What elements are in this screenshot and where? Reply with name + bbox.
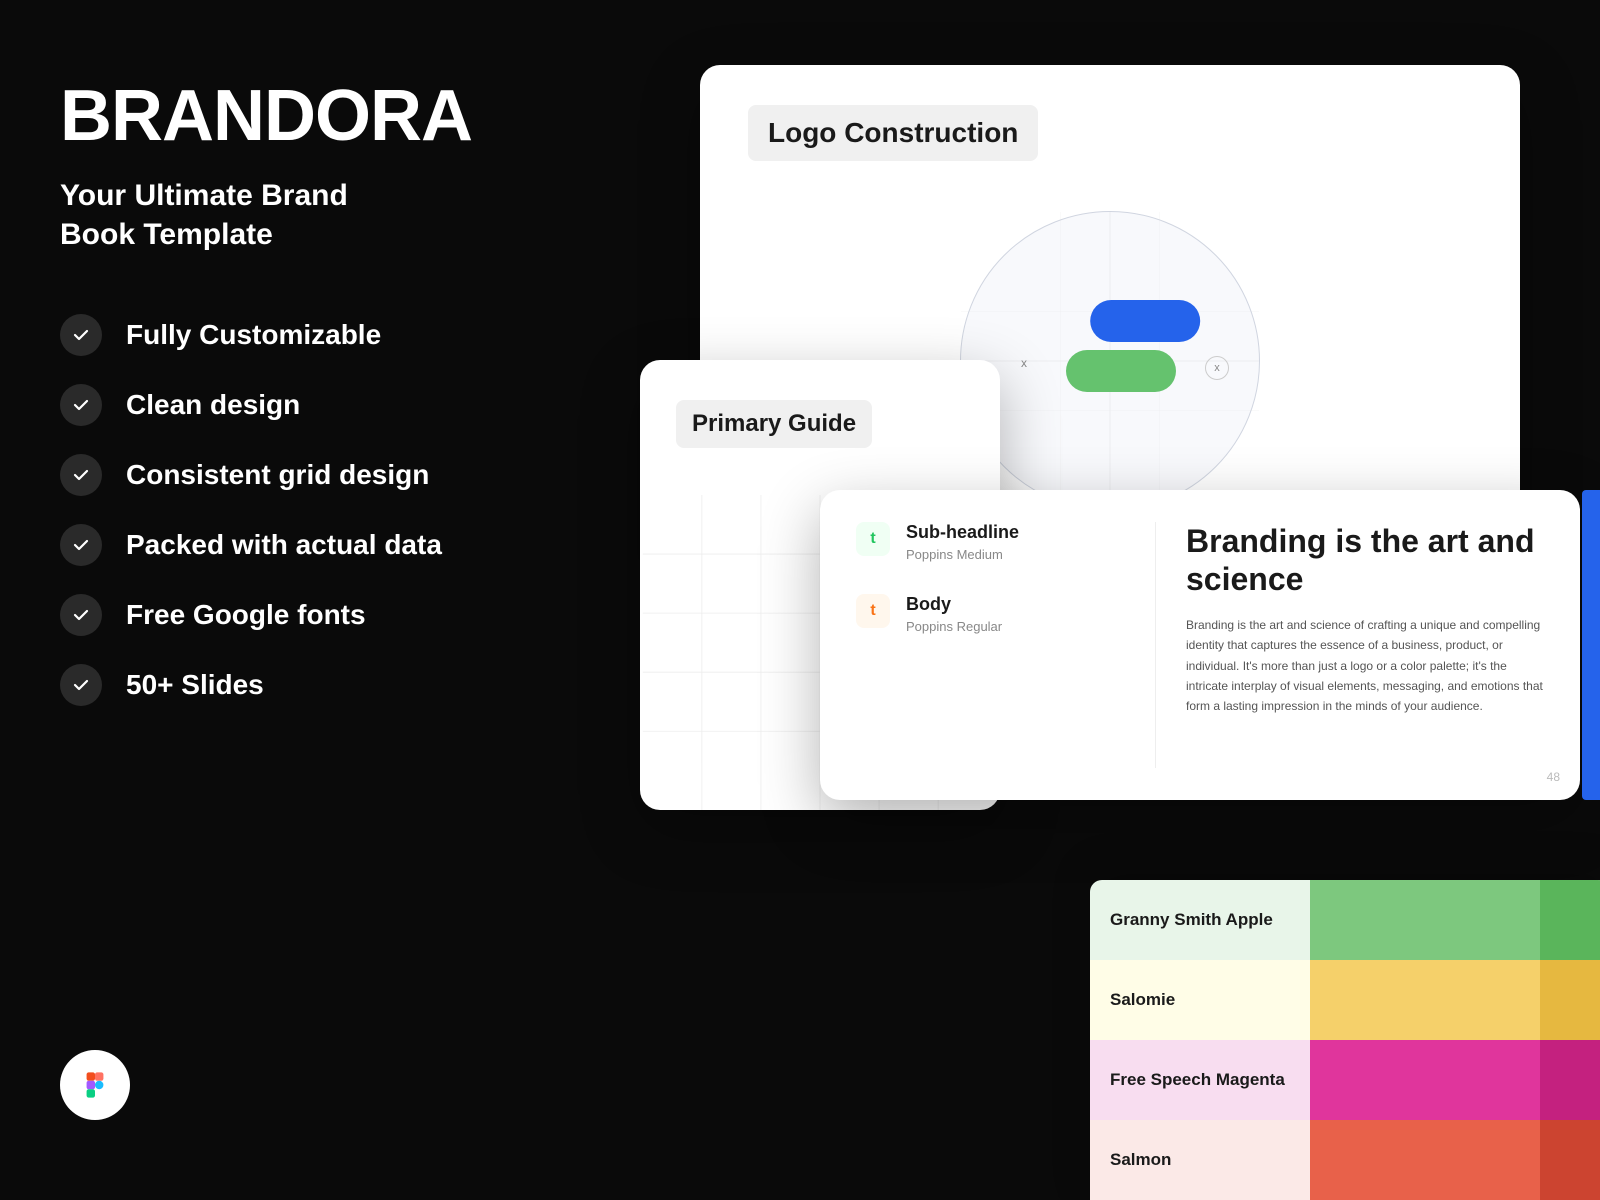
color-swatch-salomie-alt	[1540, 960, 1600, 1040]
color-name-granny: Granny Smith Apple	[1090, 910, 1310, 930]
check-icon-slides	[60, 664, 102, 706]
color-name-magenta: Free Speech Magenta	[1090, 1070, 1310, 1090]
check-icon-customizable	[60, 314, 102, 356]
typo-badge-subheadline: t	[856, 522, 890, 556]
color-swatch-granny-alt	[1540, 880, 1600, 960]
color-swatch-magenta-main	[1310, 1040, 1540, 1120]
typography-preview: Branding is the art and science Branding…	[1156, 522, 1544, 768]
typo-headline-preview: Branding is the art and science	[1186, 522, 1544, 599]
check-icon-clean-design	[60, 384, 102, 426]
color-row-granny: Granny Smith Apple	[1090, 880, 1600, 960]
typo-font-subheadline: Poppins Medium	[906, 547, 1019, 562]
check-icon-grid-design	[60, 454, 102, 496]
green-pill	[1066, 350, 1176, 392]
feature-item-clean-design: Clean design	[60, 384, 640, 426]
brand-title: BRANDORA	[60, 80, 640, 152]
feature-label-customizable: Fully Customizable	[126, 319, 381, 351]
feature-item-slides: 50+ Slides	[60, 664, 640, 706]
color-swatch-salmon-main	[1310, 1120, 1540, 1200]
typo-info-body: Body Poppins Regular	[906, 594, 1002, 634]
typo-item-body: t Body Poppins Regular	[856, 594, 1131, 634]
feature-label-slides: 50+ Slides	[126, 669, 264, 701]
typo-badge-body: t	[856, 594, 890, 628]
color-row-salomie: Salomie	[1090, 960, 1600, 1040]
color-swatch-granny-main	[1310, 880, 1540, 960]
construction-circle: x x	[960, 211, 1260, 511]
color-swatch-salomie-main	[1310, 960, 1540, 1040]
color-name-salomie: Salomie	[1090, 990, 1310, 1010]
color-row-salmon: Salmon	[1090, 1120, 1600, 1200]
color-swatch-salmon-alt	[1540, 1120, 1600, 1200]
feature-item-google-fonts: Free Google fonts	[60, 594, 640, 636]
feature-label-actual-data: Packed with actual data	[126, 529, 442, 561]
feature-label-clean-design: Clean design	[126, 389, 300, 421]
typo-body-preview: Branding is the art and science of craft…	[1186, 615, 1544, 717]
feature-item-actual-data: Packed with actual data	[60, 524, 640, 566]
logo-construction-title: Logo Construction	[748, 105, 1038, 161]
left-panel: BRANDORA Your Ultimate BrandBook Templat…	[60, 80, 640, 706]
check-icon-actual-data	[60, 524, 102, 566]
feature-label-grid-design: Consistent grid design	[126, 459, 429, 491]
features-list: Fully Customizable Clean design Consiste…	[60, 314, 640, 706]
page-number: 48	[1547, 770, 1560, 784]
typo-info-subheadline: Sub-headline Poppins Medium	[906, 522, 1019, 562]
x-label-left: x	[1021, 356, 1027, 370]
blue-accent-bar	[1582, 490, 1600, 800]
feature-item-grid-design: Consistent grid design	[60, 454, 640, 496]
primary-guide-title: Primary Guide	[676, 400, 872, 448]
figma-logo	[60, 1050, 130, 1120]
typo-label-subheadline: Sub-headline	[906, 522, 1019, 543]
right-panel: Logo Construction x x	[640, 0, 1600, 1200]
typo-font-body: Poppins Regular	[906, 619, 1002, 634]
color-name-salmon: Salmon	[1090, 1150, 1310, 1170]
typo-label-body: Body	[906, 594, 1002, 615]
typography-list: t Sub-headline Poppins Medium t Body Pop…	[856, 522, 1156, 768]
typography-card: t Sub-headline Poppins Medium t Body Pop…	[820, 490, 1580, 800]
color-row-magenta: Free Speech Magenta	[1090, 1040, 1600, 1120]
x-label-right: x	[1205, 356, 1229, 380]
color-swatch-magenta-alt	[1540, 1040, 1600, 1120]
check-icon-google-fonts	[60, 594, 102, 636]
feature-item-customizable: Fully Customizable	[60, 314, 640, 356]
blue-pill	[1090, 300, 1200, 342]
typo-item-subheadline: t Sub-headline Poppins Medium	[856, 522, 1131, 562]
feature-label-google-fonts: Free Google fonts	[126, 599, 366, 631]
color-swatches-card: Granny Smith Apple Salomie Free Speech M…	[1090, 880, 1600, 1200]
brand-subtitle: Your Ultimate BrandBook Template	[60, 176, 640, 254]
